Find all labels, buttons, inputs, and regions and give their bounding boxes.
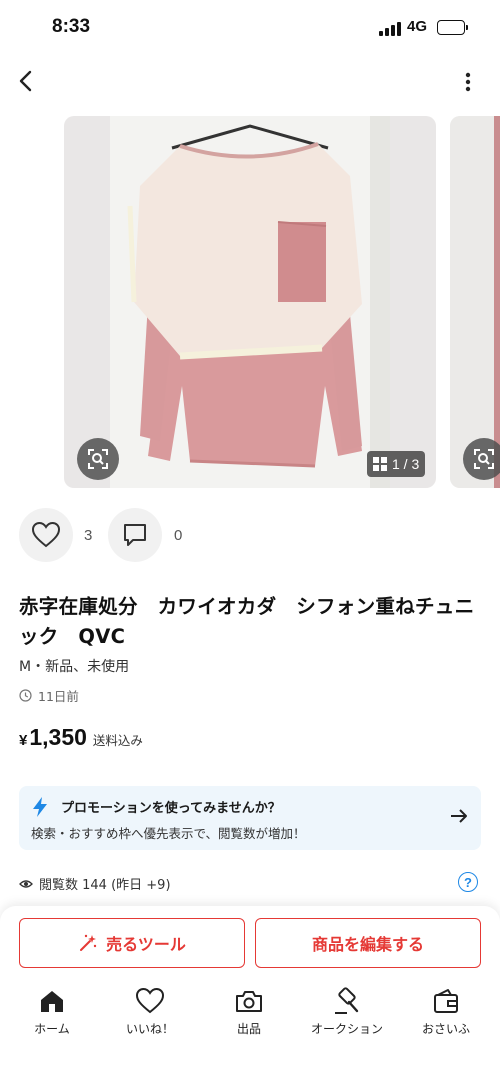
- photo-card[interactable]: 1 / 3: [64, 116, 436, 488]
- tab-wallet[interactable]: おさいふ: [401, 986, 491, 1046]
- arrow-right-icon: [451, 809, 467, 823]
- tab-home[interactable]: ホーム: [7, 986, 97, 1046]
- tab-home-label: ホーム: [34, 1022, 70, 1036]
- magic-wand-icon: [80, 934, 97, 951]
- tab-listing-label: 出品: [236, 1022, 261, 1036]
- photo-carousel[interactable]: 1 / 3: [0, 116, 500, 488]
- posted-time: 11日前: [19, 686, 79, 705]
- currency-symbol: ¥: [19, 732, 28, 749]
- image-search-icon: [88, 449, 108, 469]
- photo-counter-label: 1 / 3: [392, 456, 420, 472]
- like-count: 3: [84, 527, 93, 544]
- battery-icon: [437, 20, 465, 35]
- camera-icon: [235, 986, 263, 1016]
- item-condition: M・新品、未使用: [19, 659, 130, 675]
- comment-count: 0: [174, 527, 183, 544]
- clock-icon: [19, 689, 32, 702]
- tab-likes[interactable]: いいね！: [105, 986, 195, 1046]
- gavel-icon: [333, 986, 361, 1016]
- edit-item-label: 商品を編集する: [311, 935, 424, 954]
- bottom-tab-bar: ホーム いいね！ 出品 オークション おさいふ: [0, 986, 500, 1046]
- item-title: 赤字在庫処分 カワイオカダ シフォン重ねチュニック QVC: [19, 595, 475, 648]
- sell-tools-label: 売るツール: [106, 935, 186, 954]
- price-value: 1,350: [29, 724, 87, 750]
- signal-icon: [379, 22, 403, 36]
- chevron-left-icon: [19, 70, 32, 92]
- views-label: 閲覧数 144 (昨日 +9): [39, 878, 171, 893]
- sell-tools-button[interactable]: 売るツール: [19, 918, 245, 968]
- wallet-icon: [433, 986, 459, 1016]
- promotion-banner[interactable]: プロモーションを使ってみませんか？ 検索・おすすめ枠へ優先表示で、閲覧数が増加！: [19, 786, 481, 850]
- lightning-icon: [33, 797, 47, 817]
- grid-icon: [373, 457, 387, 471]
- back-button[interactable]: [12, 66, 40, 96]
- tab-wallet-label: おさいふ: [421, 1022, 470, 1036]
- status-time: 8:33: [52, 16, 91, 37]
- item-price: ¥1,350: [19, 724, 87, 751]
- edit-item-button[interactable]: 商品を編集する: [255, 918, 481, 968]
- status-bar: 8:33 4G: [0, 0, 500, 58]
- heart-icon: [32, 522, 60, 548]
- shipping-label: 送料込み: [92, 733, 143, 748]
- comment-icon: [124, 524, 146, 546]
- image-search-icon: [474, 449, 494, 469]
- more-menu-button[interactable]: [458, 70, 478, 94]
- more-vertical-icon: [465, 72, 471, 92]
- network-label: 4G: [407, 18, 428, 35]
- tab-auction-label: オークション: [310, 1022, 383, 1036]
- eye-icon: [19, 879, 33, 888]
- help-icon[interactable]: ?: [458, 872, 478, 892]
- image-search-button-next[interactable]: [463, 438, 500, 480]
- price-row: ¥1,350 送料込み: [19, 724, 143, 751]
- posted-time-label: 11日前: [38, 689, 79, 704]
- heart-icon: [136, 986, 164, 1016]
- promotion-description: 検索・おすすめ枠へ優先表示で、閲覧数が増加！: [31, 826, 306, 841]
- like-button[interactable]: [19, 508, 73, 562]
- tab-likes-label: いいね！: [125, 1022, 174, 1036]
- image-search-button[interactable]: [77, 438, 119, 480]
- views-stat: 閲覧数 144 (昨日 +9): [19, 874, 171, 893]
- photo-counter: 1 / 3: [367, 451, 426, 477]
- product-photo: [110, 116, 390, 488]
- tab-listing[interactable]: 出品: [204, 986, 294, 1046]
- home-icon: [39, 986, 65, 1016]
- next-photo-card[interactable]: [450, 116, 500, 488]
- comment-button[interactable]: [108, 508, 162, 562]
- promotion-title: プロモーションを使ってみませんか？: [61, 801, 281, 816]
- tab-auction[interactable]: オークション: [302, 986, 392, 1046]
- next-photo-thumbnail: [450, 116, 500, 488]
